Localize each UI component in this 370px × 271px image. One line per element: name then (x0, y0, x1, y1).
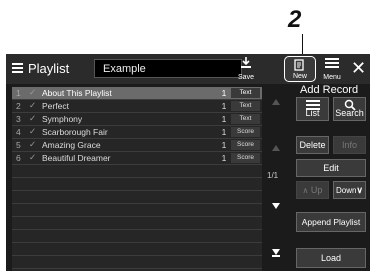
chevron-up-icon: ∧ (302, 186, 309, 195)
down-label: Down (335, 186, 357, 195)
edit-button[interactable]: Edit (296, 159, 366, 177)
playlist-name-field[interactable]: Example (94, 59, 242, 78)
load-button[interactable]: Load (296, 248, 366, 268)
record-type: Score (231, 140, 260, 150)
empty-row (12, 230, 262, 243)
menu-label: Menu (323, 74, 341, 81)
row-number: 1 (16, 88, 21, 98)
new-icon (294, 59, 304, 71)
menu-button[interactable]: Menu (316, 56, 348, 82)
side-panel: Add Record List Search Delete Info Edit … (292, 84, 370, 271)
record-type: Text (231, 114, 260, 124)
table-row[interactable]: 2 ✓ Perfect 1 Text (12, 100, 262, 113)
record-title: About This Playlist (42, 88, 112, 98)
empty-row (12, 178, 262, 191)
playlist-table: 1 ✓ About This Playlist 1 Text 2 ✓ Perfect 1 Tex… (12, 87, 262, 271)
row-number: 4 (16, 127, 21, 137)
list-button[interactable]: List (296, 97, 329, 121)
playlist-screen: Playlist Example Save New Menu ✕ 1 ✓ About… (6, 54, 370, 271)
row-number: 2 (16, 101, 21, 111)
check-icon: ✓ (29, 139, 37, 149)
table-row[interactable]: 4 ✓ Scarborough Fair 1 Score (12, 126, 262, 139)
empty-row (12, 243, 262, 256)
table-row[interactable]: 5 ✓ Amazing Grace 1 Score (12, 139, 262, 152)
empty-row (12, 165, 262, 178)
row-number: 6 (16, 153, 21, 163)
title-bar: Playlist Example Save New Menu ✕ (6, 54, 370, 84)
record-count: 1 (221, 127, 227, 137)
record-count: 1 (221, 101, 227, 111)
search-label: Search (335, 108, 364, 118)
table-row[interactable]: 6 ✓ Beautiful Dreamer 1 Score (12, 152, 262, 165)
record-count: 1 (221, 140, 227, 150)
delete-button[interactable]: Delete (296, 136, 329, 154)
playlist-icon (12, 63, 23, 74)
record-title: Scarborough Fair (42, 127, 108, 137)
record-title: Beautiful Dreamer (42, 153, 111, 163)
list-label: List (305, 108, 320, 118)
record-count: 1 (221, 88, 227, 98)
empty-row (12, 256, 262, 269)
check-icon: ✓ (29, 152, 37, 162)
chevron-down-icon: ∨ (356, 185, 364, 195)
record-count: 1 (221, 153, 227, 163)
up-button[interactable]: ∧ Up (296, 181, 329, 199)
scroll-bottom-bar (272, 255, 280, 257)
add-record-heading: Add Record (300, 84, 359, 96)
empty-row (12, 204, 262, 217)
save-label: Save (238, 74, 254, 81)
close-icon[interactable]: ✕ (351, 58, 366, 79)
empty-row (12, 217, 262, 230)
menu-icon (325, 58, 339, 68)
search-button[interactable]: Search (333, 97, 366, 121)
row-number: 5 (16, 140, 21, 150)
record-count: 1 (221, 114, 227, 124)
check-icon: ✓ (29, 87, 37, 97)
save-icon (241, 57, 251, 68)
empty-row (12, 191, 262, 204)
record-title: Perfect (42, 101, 69, 111)
check-icon: ✓ (29, 126, 37, 136)
record-title: Amazing Grace (42, 140, 101, 150)
up-label: Up (310, 185, 323, 195)
table-row[interactable]: 1 ✓ About This Playlist 1 Text (12, 87, 262, 100)
table-row[interactable]: 3 ✓ Symphony 1 Text (12, 113, 262, 126)
info-button[interactable]: Info (333, 136, 366, 154)
append-playlist-button[interactable]: Append Playlist (296, 212, 366, 232)
check-icon: ✓ (29, 100, 37, 110)
new-label: New (292, 73, 307, 80)
callout-number: 2 (288, 6, 302, 33)
page-up-icon[interactable] (272, 145, 280, 151)
save-button[interactable]: Save (230, 56, 262, 82)
callout-line (302, 34, 303, 56)
record-type: Text (231, 88, 260, 98)
record-type: Score (231, 153, 260, 163)
record-type: Text (231, 101, 260, 111)
row-number: 3 (16, 114, 21, 124)
scrollbar[interactable]: 1/1 (264, 87, 290, 271)
record-title: Symphony (42, 114, 83, 124)
page-indicator: 1/1 (267, 171, 279, 180)
record-type: Score (231, 127, 260, 137)
check-icon: ✓ (29, 113, 37, 123)
page-title: Playlist (28, 61, 70, 76)
page-down-icon[interactable] (272, 203, 280, 209)
new-button[interactable]: New (284, 56, 316, 82)
scroll-top-icon[interactable] (272, 99, 280, 105)
down-button[interactable]: Down∨ (333, 181, 366, 199)
